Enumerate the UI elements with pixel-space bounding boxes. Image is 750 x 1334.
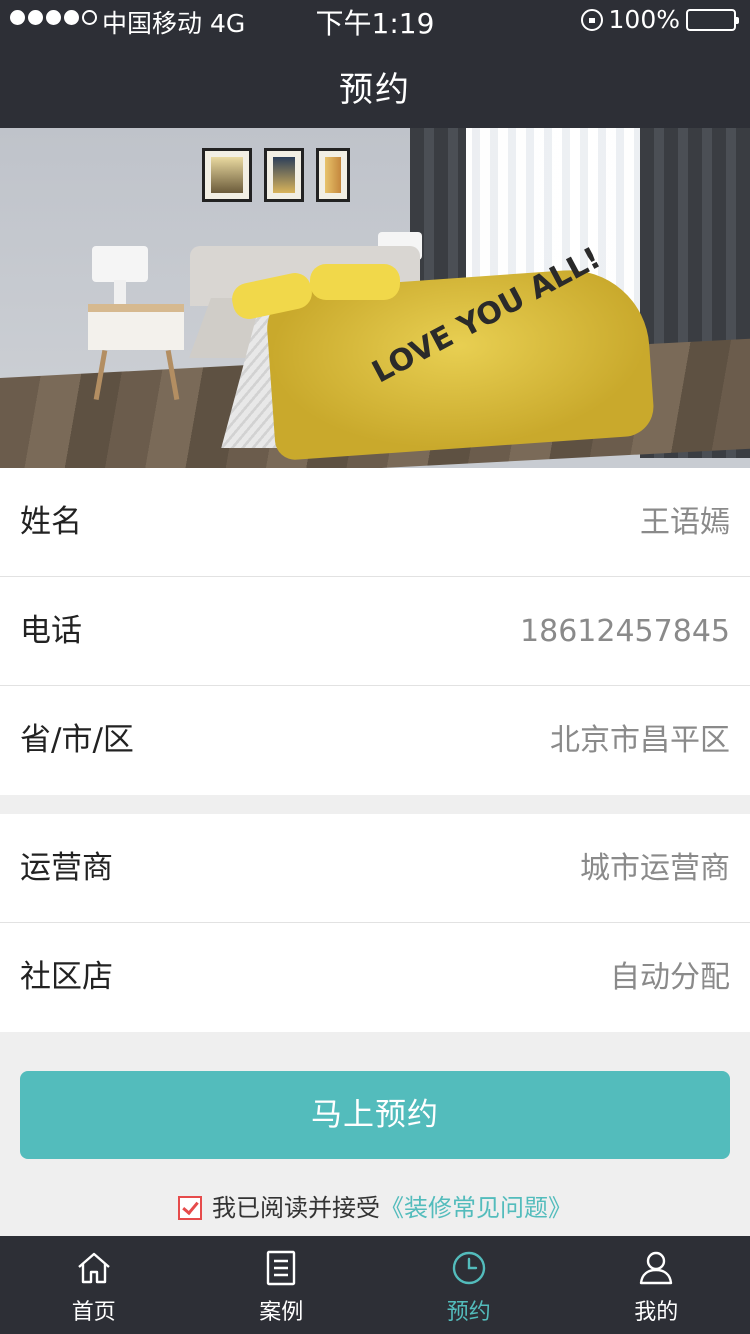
tab-home[interactable]: 首页 [0, 1236, 188, 1334]
tab-booking[interactable]: 预约 [375, 1236, 563, 1334]
name-row[interactable]: 姓名 王语嫣 [0, 468, 750, 577]
name-value[interactable]: 王语嫣 [640, 468, 730, 577]
home-icon [77, 1252, 110, 1284]
battery-icon [686, 8, 739, 31]
store-label: 社区店 [20, 959, 113, 995]
agreement-checkbox[interactable] [178, 1196, 202, 1220]
top-bar: 中国移动 4G 下午1:19 100% 预约 [0, 0, 750, 128]
agreement-line: 我已阅读并接受《装修常见问题》 [0, 1188, 750, 1223]
store-form-group: 运营商 城市运营商 社区店 自动分配 [0, 814, 750, 1032]
tab-home-label: 首页 [71, 1300, 116, 1325]
tab-cases[interactable]: 案例 [188, 1236, 376, 1334]
agreement-text: 我已阅读并接受 [212, 1194, 380, 1222]
list-icon [267, 1250, 296, 1286]
page-title: 预约 [339, 70, 411, 110]
store-value[interactable]: 自动分配 [610, 923, 730, 1032]
tab-mine[interactable]: 我的 [563, 1236, 750, 1334]
hero-bedroom-image: LOVE YOU ALL! [0, 128, 750, 468]
clock-icon [452, 1251, 485, 1285]
tab-bar: 首页 案例 预约 我的 [0, 1236, 750, 1334]
battery-percent: 100% [608, 5, 680, 34]
contact-form-group: 姓名 王语嫣 电话 18612457845 省/市/区 北京市昌平区 [0, 468, 750, 795]
store-row[interactable]: 社区店 自动分配 [0, 923, 750, 1032]
phone-row[interactable]: 电话 18612457845 [0, 577, 750, 686]
user-icon [640, 1251, 673, 1285]
region-label: 省/市/区 [20, 722, 134, 758]
operator-row[interactable]: 运营商 城市运营商 [0, 814, 750, 923]
phone-value[interactable]: 18612457845 [520, 577, 730, 686]
faq-link[interactable]: 《装修常见问题》 [380, 1194, 572, 1222]
rotation-lock-icon [580, 8, 603, 31]
phone-label: 电话 [20, 613, 82, 649]
name-label: 姓名 [20, 504, 82, 540]
operator-label: 运营商 [20, 850, 113, 886]
tab-mine-label: 我的 [634, 1300, 679, 1325]
region-row[interactable]: 省/市/区 北京市昌平区 [0, 686, 750, 795]
tab-booking-label: 预约 [446, 1300, 491, 1325]
tab-cases-label: 案例 [259, 1300, 304, 1325]
battery-status: 100% [580, 5, 739, 34]
operator-value[interactable]: 城市运营商 [580, 814, 730, 923]
region-value[interactable]: 北京市昌平区 [550, 686, 730, 795]
book-now-button[interactable]: 马上预约 [20, 1071, 730, 1159]
status-bar: 中国移动 4G 下午1:19 100% [0, 0, 750, 40]
